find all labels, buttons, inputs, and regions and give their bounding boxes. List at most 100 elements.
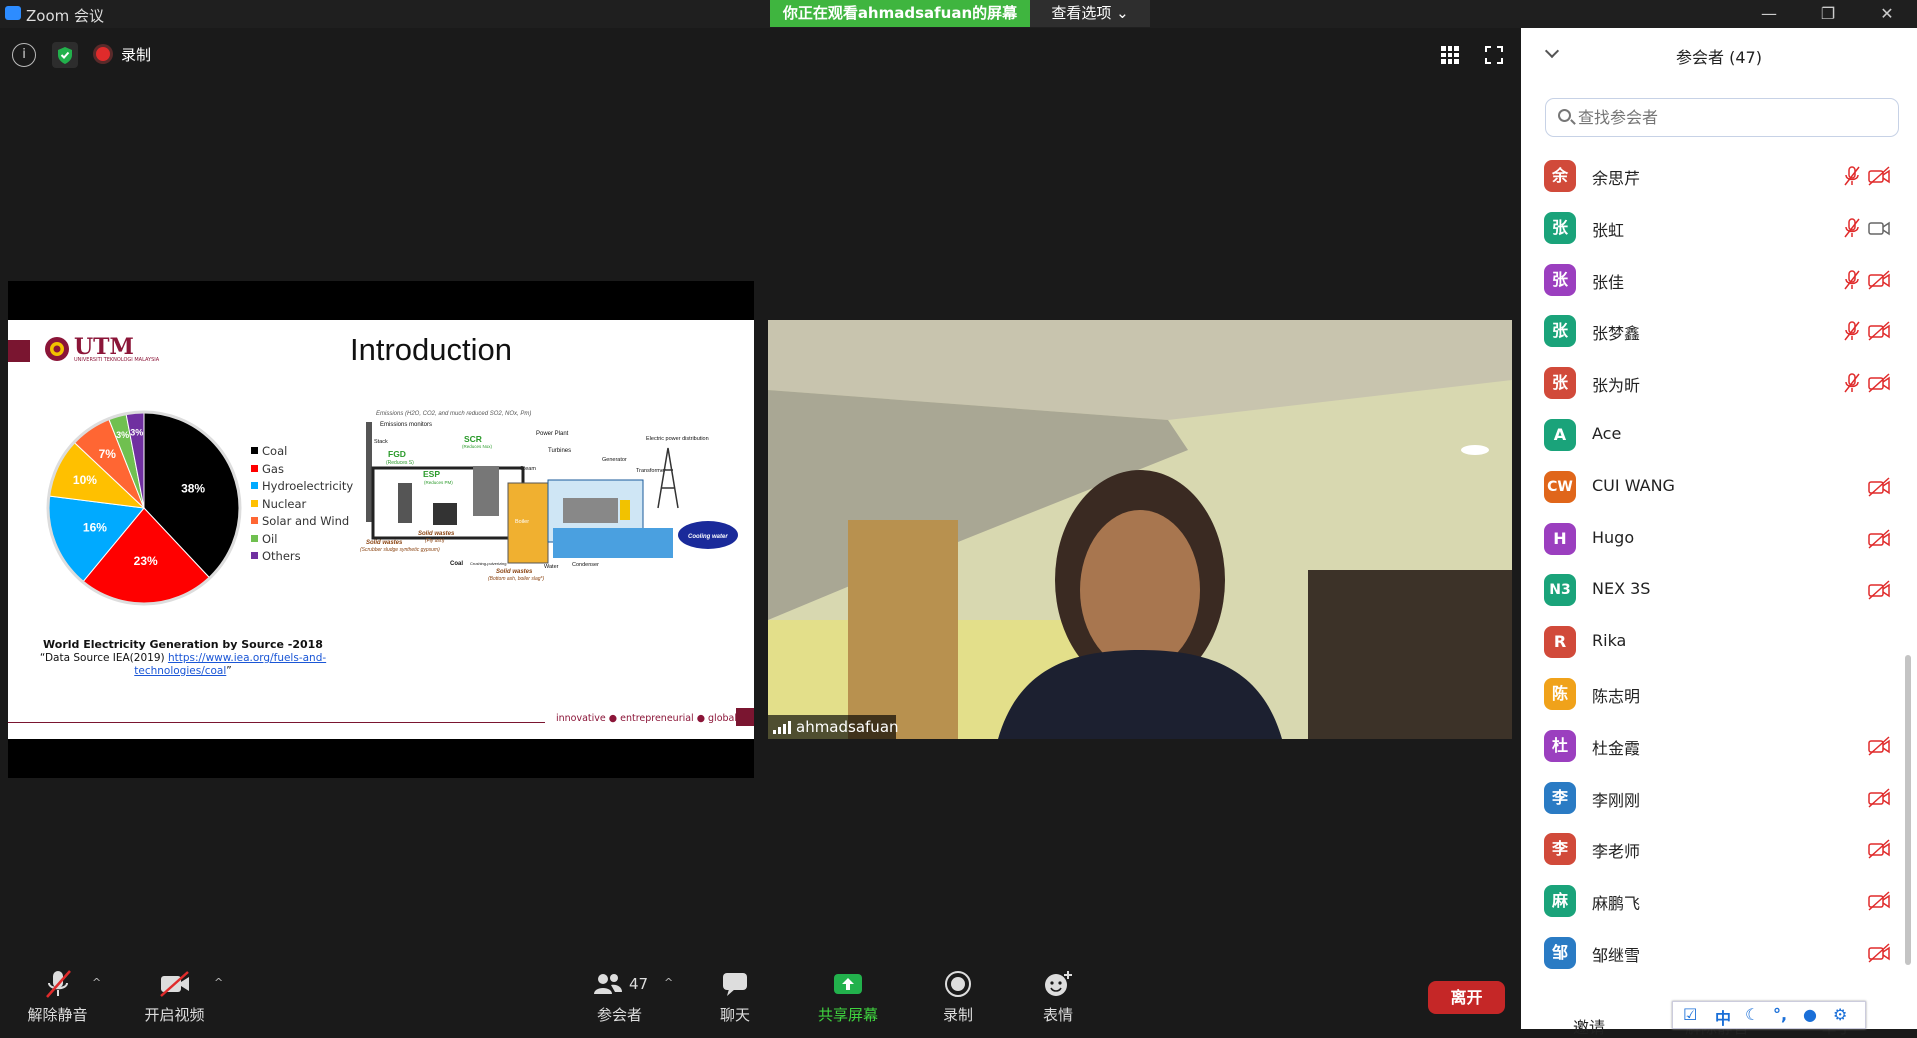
legend-swatch — [251, 534, 258, 542]
fullscreen-icon[interactable] — [1484, 45, 1504, 65]
participants-options-caret[interactable]: ^ — [664, 976, 673, 989]
diagram-solid2-label: Solid wastes — [418, 531, 455, 537]
diagram-fgd-label: FGD — [388, 449, 406, 459]
mic-muted-icon — [1843, 217, 1861, 239]
mic-muted-icon — [20, 968, 95, 1000]
reactions-button[interactable]: 表情 — [1028, 968, 1088, 1025]
reactions-icon — [1028, 968, 1088, 1000]
participant-name: 张梦鑫 — [1592, 324, 1641, 344]
chat-label: 聊天 — [719, 1006, 750, 1024]
video-on-icon — [1867, 218, 1891, 238]
participant-row[interactable]: 张张虹 — [1521, 202, 1901, 253]
maximize-button[interactable]: ❐ — [1808, 2, 1848, 26]
legend-item-solar-and-wind: Solar and Wind — [251, 513, 353, 531]
record-button[interactable]: 录制 — [928, 968, 988, 1025]
start-video-button[interactable]: 开启视频 — [137, 968, 212, 1025]
participant-name: 麻鹏飞 — [1592, 894, 1641, 914]
video-off-icon — [1867, 477, 1891, 497]
video-frame — [768, 320, 1512, 739]
slide-footer-line — [8, 722, 545, 723]
legend-swatch — [251, 499, 258, 507]
chat-icon — [705, 968, 765, 1000]
slide-footer-tagline: innovative ● entrepreneurial ● global — [556, 713, 737, 724]
ime-user-icon[interactable]: ● — [1803, 1005, 1817, 1024]
minimize-button[interactable]: — — [1749, 2, 1789, 26]
participant-row[interactable]: 麻麻鹏飞 — [1521, 875, 1901, 926]
participant-search[interactable] — [1545, 98, 1899, 137]
participant-row[interactable]: N3 NEX 3S — [1521, 564, 1901, 615]
video-off-icon — [1867, 270, 1891, 290]
video-options-caret[interactable]: ^ — [214, 976, 223, 989]
participant-row[interactable]: CW CUI WANG — [1521, 461, 1901, 512]
esp-unit-shape — [433, 503, 457, 525]
reactions-label: 表情 — [1042, 1006, 1073, 1024]
participant-row[interactable]: 邹邹继雪 — [1521, 927, 1901, 978]
diagram-condenser-label: Condenser — [572, 562, 599, 568]
video-off-icon — [1867, 788, 1891, 808]
diagram-esp-sub: (Reduces PM) — [424, 480, 453, 485]
zoom-app-icon — [5, 6, 21, 20]
presentation-slide: UTM UNIVERSITI TEKNOLOGI MALAYSIA Introd… — [8, 320, 754, 739]
diagram-fgd-sub: (Reduces S) — [386, 460, 414, 466]
participant-name: 陈志明 — [1592, 687, 1641, 706]
participant-row[interactable]: 余余思芹 — [1521, 150, 1901, 201]
close-button[interactable]: ✕ — [1867, 2, 1907, 26]
legend-label: Solar and Wind — [262, 514, 350, 528]
participant-name: 余思芹 — [1592, 169, 1641, 188]
ime-moon-icon[interactable]: ☾ — [1745, 1005, 1759, 1024]
legend-label: Gas — [262, 461, 284, 476]
mic-muted-icon — [1843, 165, 1861, 187]
participant-name: CUI WANG — [1592, 475, 1675, 495]
participant-row[interactable]: A Ace — [1521, 409, 1901, 460]
legend-label: Nuclear — [262, 496, 307, 511]
diagram-esp-label: ESP — [423, 469, 440, 479]
participant-row[interactable]: 杜杜金霞 — [1521, 720, 1901, 771]
gallery-view-icon[interactable] — [1441, 46, 1459, 64]
ime-language[interactable]: 中 — [1715, 1005, 1731, 1029]
panel-scrollbar[interactable] — [1905, 655, 1911, 965]
ime-settings-icon[interactable]: ⚙ — [1833, 1005, 1847, 1024]
participant-name: 李刚刚 — [1592, 790, 1641, 810]
participant-row[interactable]: 张张梦鑫 — [1521, 305, 1901, 356]
caption-end: ” — [226, 665, 232, 677]
start-video-label: 开启视频 — [144, 1006, 205, 1024]
panel-title: 参会者 (47) — [1676, 48, 1762, 67]
ime-punct-icon[interactable]: °, — [1773, 1005, 1787, 1024]
participant-name: 杜金霞 — [1592, 738, 1641, 758]
view-options-button[interactable]: 查看选项 ⌄ — [1030, 0, 1150, 27]
diagram-power-plant-label: Power Plant — [536, 431, 569, 437]
security-shield-icon[interactable] — [52, 42, 78, 68]
invite-button[interactable]: 邀请 — [1573, 1014, 1605, 1038]
audio-options-caret[interactable]: ^ — [92, 976, 101, 989]
participant-row[interactable]: R Rika — [1521, 616, 1901, 667]
diagram-coal-label: Coal — [450, 561, 463, 567]
participant-video[interactable] — [768, 320, 1512, 739]
share-screen-button[interactable]: 共享屏幕 — [808, 968, 888, 1025]
participant-row[interactable]: 陈陈志明 — [1521, 668, 1901, 719]
leave-button[interactable]: 离开 — [1428, 981, 1505, 1014]
legend-item-coal: Coal — [251, 443, 353, 461]
participant-row[interactable]: 张张为昕 — [1521, 357, 1901, 408]
participant-row[interactable]: 李李刚刚 — [1521, 772, 1901, 823]
participant-name: 张虹 — [1592, 220, 1625, 240]
legend-label: Oil — [262, 531, 278, 546]
ime-checkbox-icon[interactable]: ☑ — [1683, 1005, 1697, 1024]
coal-power-plant-diagram: Emissions (H2O, CO2, and much reduced SO… — [360, 411, 738, 582]
participant-row[interactable]: H Hugo — [1521, 513, 1901, 564]
ime-toolbar[interactable]: ☑ 中 ☾ °, ● ⚙ — [1672, 1001, 1866, 1029]
avatar: 邹 — [1544, 937, 1576, 969]
info-icon[interactable]: i — [12, 43, 36, 67]
participant-row[interactable]: 张张佳 — [1521, 254, 1901, 305]
participants-button[interactable]: 47 参会者 — [572, 968, 667, 1025]
pie-chart: 38% 23% 16% 10% 7% 3% 3% — [44, 408, 244, 608]
search-input[interactable] — [1578, 104, 1878, 130]
caption-source: “Data Source IEA(2019) — [39, 652, 168, 664]
chat-button[interactable]: 聊天 — [705, 968, 765, 1025]
avatar: A — [1544, 419, 1576, 451]
avatar: H — [1544, 522, 1576, 555]
avatar: 张 — [1544, 211, 1576, 244]
participant-name: 张佳 — [1592, 272, 1625, 292]
unmute-button[interactable]: 解除静音 — [20, 968, 95, 1025]
participant-row[interactable]: 李李老师 — [1521, 823, 1901, 874]
avatar: 陈 — [1544, 678, 1576, 710]
